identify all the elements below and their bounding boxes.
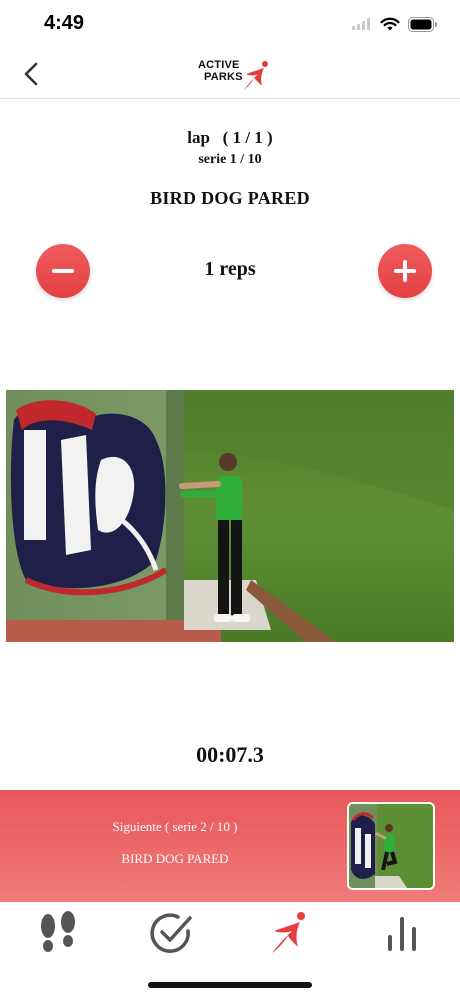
battery-icon xyxy=(408,16,437,32)
next-exercise-panel[interactable]: Siguiente ( serie 2 / 10 ) BIRD DOG PARE… xyxy=(0,790,460,902)
tab-active-parks[interactable] xyxy=(258,908,318,958)
lap-indicator: lap ( 1 / 1 ) xyxy=(187,128,273,147)
reps-count: 1 reps xyxy=(204,258,256,280)
active-parks-logo-icon xyxy=(272,912,305,953)
next-exercise-thumbnail-image xyxy=(349,804,433,888)
active-parks-logo: ACTIVE PARKS xyxy=(196,56,276,96)
logo-line-1: ACTIVE xyxy=(198,59,240,71)
logo-text: ACTIVE PARKS xyxy=(198,59,243,83)
status-bar: 4:49 xyxy=(0,0,460,50)
minus-icon xyxy=(52,269,74,273)
status-time: 4:49 xyxy=(44,12,85,34)
exercise-title: BIRD DOG PARED xyxy=(150,188,310,208)
back-button[interactable] xyxy=(18,60,46,88)
home-indicator xyxy=(148,982,312,988)
increase-reps-button[interactable] xyxy=(378,244,432,298)
next-exercise-thumbnail[interactable] xyxy=(347,802,435,890)
status-icons xyxy=(352,14,438,34)
check-circle-icon xyxy=(150,913,192,953)
next-serie-label: Siguiente ( serie 2 / 10 ) xyxy=(112,819,238,834)
navigation-bar: ACTIVE PARKS xyxy=(0,50,460,99)
tab-activity[interactable] xyxy=(28,908,88,958)
runner-logo-icon xyxy=(244,61,268,90)
decrease-reps-button[interactable] xyxy=(36,244,90,298)
bar-chart-icon xyxy=(388,917,416,951)
exercise-video[interactable] xyxy=(6,390,454,642)
tab-completed[interactable] xyxy=(142,908,202,958)
wifi-icon xyxy=(380,17,400,30)
signal-icon xyxy=(352,18,370,30)
exercise-timer: 00:07.3 xyxy=(196,742,264,767)
exercise-video-frame xyxy=(6,390,454,642)
footprints-icon xyxy=(41,911,75,952)
chevron-left-icon xyxy=(24,62,38,86)
logo-line-2: PARKS xyxy=(204,71,243,83)
next-exercise-name: BIRD DOG PARED xyxy=(121,851,229,866)
tab-statistics[interactable] xyxy=(372,908,432,958)
serie-indicator: serie 1 / 10 xyxy=(198,152,262,167)
